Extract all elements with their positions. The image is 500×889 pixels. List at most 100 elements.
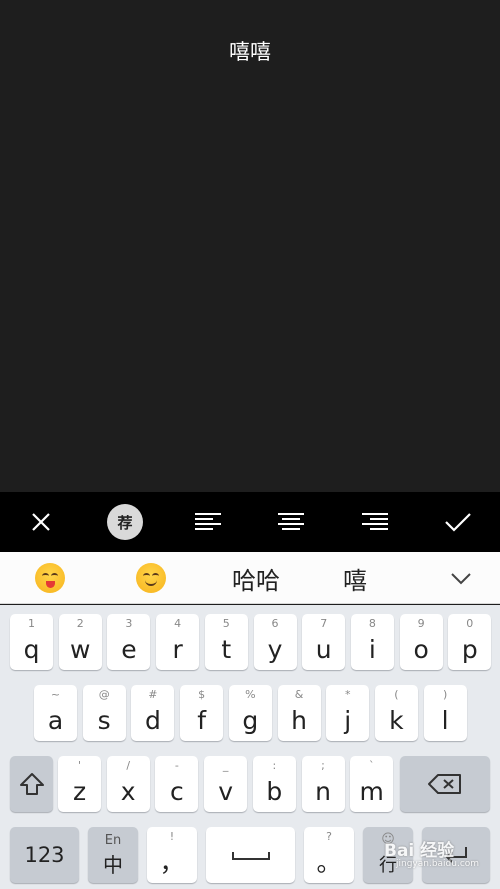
- key-y[interactable]: 6y: [253, 614, 297, 670]
- numbers-key[interactable]: 123: [10, 827, 79, 883]
- key-sub-label: /: [126, 759, 131, 772]
- chevron-down-icon: [450, 564, 472, 592]
- key-sub-label: 9: [417, 617, 425, 630]
- recommend-badge: 荐: [107, 504, 143, 540]
- key-o[interactable]: 9o: [399, 614, 443, 670]
- language-switch-key[interactable]: En 中: [88, 827, 138, 883]
- key-h[interactable]: & h: [277, 685, 321, 741]
- candidate-bar: 哈哈 嘻: [0, 552, 500, 604]
- key-sub-label: `: [368, 759, 375, 772]
- align-right-icon: [361, 511, 389, 533]
- key-label: j: [344, 706, 352, 735]
- key-sub-label: 6: [271, 617, 279, 630]
- key-u[interactable]: 7u: [302, 614, 346, 670]
- period-key-sub: ?: [326, 830, 332, 843]
- watermark-brand: Bai 经验: [384, 841, 455, 861]
- align-left-button[interactable]: [178, 492, 238, 552]
- key-j[interactable]: * j: [326, 685, 370, 741]
- key-label: i: [368, 635, 376, 664]
- key-sub-label: :: [272, 759, 277, 772]
- key-e[interactable]: 3e: [107, 614, 151, 670]
- smiling-face-icon: [136, 563, 166, 593]
- key-label: n: [315, 777, 331, 806]
- baidu-jingyan-watermark: Bai 经验 jingyan.baidu.com: [384, 836, 500, 886]
- key-label: e: [121, 635, 137, 664]
- text-canvas[interactable]: 嘻嘻: [0, 0, 500, 492]
- align-center-icon: [277, 511, 305, 533]
- yum-face-icon: [35, 563, 65, 593]
- key-sub-label: (: [394, 688, 399, 701]
- key-n[interactable]: ; n: [301, 756, 345, 812]
- key-s[interactable]: @ s: [82, 685, 126, 741]
- key-label: y: [267, 635, 283, 664]
- key-b[interactable]: :b: [252, 756, 296, 812]
- canvas-text[interactable]: 嘻嘻: [0, 36, 500, 66]
- candidate-emoji-2[interactable]: [121, 552, 181, 604]
- key-q[interactable]: 1q: [10, 614, 53, 670]
- key-label: c: [170, 777, 184, 806]
- align-right-button[interactable]: [345, 492, 405, 552]
- period-key[interactable]: ? 。: [304, 827, 354, 883]
- candidate-emoji-1[interactable]: [20, 552, 80, 604]
- align-left-icon: [194, 511, 222, 533]
- key-sub-label: 8: [368, 617, 376, 630]
- space-key[interactable]: [206, 827, 295, 883]
- key-label: m: [359, 777, 384, 806]
- key-g[interactable]: % g: [228, 685, 272, 741]
- key-r[interactable]: 4r: [156, 614, 200, 670]
- comma-key[interactable]: ! ，: [147, 827, 197, 883]
- key-sub-label: 5: [222, 617, 230, 630]
- expand-candidates-button[interactable]: [435, 552, 487, 604]
- key-label: p: [461, 635, 478, 664]
- align-center-button[interactable]: [261, 492, 321, 552]
- key-sub-label: %: [245, 688, 256, 701]
- backspace-icon: [400, 756, 490, 812]
- candidate-word-1[interactable]: 哈哈: [216, 552, 296, 604]
- key-sub-label: _: [222, 759, 229, 772]
- key-w[interactable]: 2w: [58, 614, 102, 670]
- key-label: w: [69, 635, 91, 664]
- key-label: k: [389, 706, 404, 735]
- key-sub-label: 1: [28, 617, 35, 630]
- key-a[interactable]: ~ a: [34, 685, 77, 741]
- check-icon: [444, 511, 472, 533]
- key-f[interactable]: $ f: [180, 685, 224, 741]
- key-label: z: [72, 777, 87, 806]
- close-button[interactable]: [11, 492, 71, 552]
- key-c[interactable]: -c: [155, 756, 199, 812]
- backspace-key[interactable]: [400, 756, 490, 812]
- key-label: h: [291, 706, 307, 735]
- key-sub-label: &: [294, 688, 304, 701]
- confirm-button[interactable]: [428, 492, 488, 552]
- space-icon: [206, 827, 295, 883]
- key-label: o: [413, 635, 429, 664]
- recommend-button[interactable]: 荐: [95, 492, 155, 552]
- key-sub-label: 7: [320, 617, 328, 630]
- shift-key[interactable]: [10, 756, 53, 812]
- period-key-label: 。: [316, 848, 342, 877]
- key-label: u: [315, 635, 332, 664]
- key-sub-label: ;: [321, 759, 325, 772]
- key-sub-label: ~: [50, 688, 61, 701]
- key-m[interactable]: ` m: [350, 756, 394, 812]
- key-sub-label: 2: [76, 617, 84, 630]
- key-label: b: [266, 777, 283, 806]
- watermark-url: jingyan.baidu.com: [396, 859, 480, 869]
- key-x[interactable]: / x: [106, 756, 150, 812]
- shift-icon: [10, 756, 53, 812]
- key-label: s: [97, 706, 111, 735]
- key-label: g: [242, 706, 259, 735]
- key-i[interactable]: 8i: [350, 614, 394, 670]
- comma-key-label: ，: [159, 848, 185, 877]
- key-z[interactable]: ' z: [58, 756, 101, 812]
- key-v[interactable]: _ v: [204, 756, 248, 812]
- comma-key-sub: !: [169, 830, 175, 843]
- key-d[interactable]: # d: [131, 685, 175, 741]
- key-sub-label: @: [98, 688, 110, 701]
- candidate-word-2[interactable]: 嘻: [330, 552, 380, 604]
- key-k[interactable]: (k: [374, 685, 418, 741]
- key-p[interactable]: 0p: [448, 614, 492, 670]
- key-t[interactable]: 5t: [204, 614, 248, 670]
- key-l[interactable]: ) l: [423, 685, 467, 741]
- key-label: r: [172, 635, 183, 664]
